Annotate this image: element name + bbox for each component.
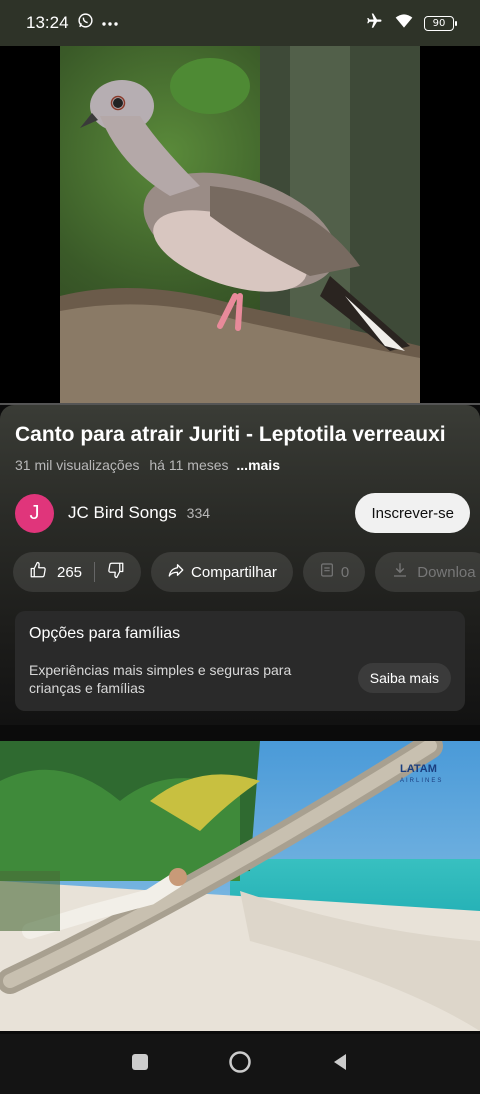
battery-icon: 90	[424, 15, 457, 31]
ad-brand-logo: LATAM AIRLINES	[400, 763, 443, 787]
like-icon[interactable]	[29, 561, 47, 583]
ad-brand: LATAM	[400, 763, 437, 775]
more-link[interactable]: ...mais	[236, 457, 280, 473]
system-nav-bar	[0, 1034, 480, 1094]
status-right: 90	[364, 12, 457, 35]
view-count: 31 mil visualizações	[15, 457, 140, 473]
share-icon	[167, 561, 185, 583]
comment-count: 0	[340, 563, 350, 581]
subscribe-button[interactable]: Inscrever-se	[355, 493, 470, 533]
download-button[interactable]: Downloa	[375, 552, 480, 592]
family-card-title: Opções para famílias	[29, 625, 181, 642]
video-info-panel: Canto para atrair Juriti - Leptotila ver…	[0, 405, 480, 725]
video-meta[interactable]: 31 mil visualizações há 11 meses ...mais	[15, 457, 280, 473]
ad-brand-sub: AIRLINES	[400, 778, 444, 784]
status-bar: 13:24 90	[0, 0, 480, 46]
like-divider	[94, 562, 96, 582]
download-label: Downloa	[417, 563, 476, 581]
wifi-icon	[394, 13, 414, 34]
family-options-card: Opções para famílias Experiências mais s…	[15, 611, 465, 711]
more-dots-icon	[101, 14, 118, 32]
upload-age: há 11 meses	[149, 457, 229, 473]
download-icon	[391, 561, 409, 583]
channel-name[interactable]: JC Bird Songs	[68, 503, 177, 523]
video-thumbnail[interactable]	[60, 46, 420, 404]
subscriber-count: 334	[186, 505, 211, 521]
channel-avatar[interactable]: J	[15, 493, 54, 533]
recents-square-icon[interactable]	[130, 1052, 150, 1077]
like-dislike-group: 265	[13, 552, 142, 592]
back-triangle-icon[interactable]	[330, 1052, 350, 1077]
whatsapp-icon	[77, 12, 94, 34]
home-circle-icon[interactable]	[228, 1050, 252, 1079]
status-time: 13:24	[26, 13, 69, 32]
share-label: Compartilhar	[191, 563, 277, 581]
actions-row: 265 Compartilhar 0 Downloa	[13, 552, 480, 592]
ad-banner[interactable]: LATAM AIRLINES	[0, 741, 480, 1031]
learn-more-button[interactable]: Saiba mais	[357, 663, 451, 693]
video-player[interactable]	[0, 46, 480, 404]
channel-row: J JC Bird Songs 334 Inscrever-se	[15, 493, 470, 533]
comment-icon	[319, 562, 335, 582]
comments-button[interactable]: 0	[302, 552, 366, 592]
family-card-description: Experiências mais simples e seguras para…	[29, 662, 292, 696]
share-button[interactable]: Compartilhar	[151, 552, 293, 592]
dove-image	[60, 46, 420, 404]
status-left: 13:24	[26, 12, 118, 34]
dislike-icon[interactable]	[107, 561, 125, 583]
video-title[interactable]: Canto para atrair Juriti - Leptotila ver…	[15, 423, 470, 447]
like-count[interactable]: 265	[57, 564, 82, 581]
airplane-mode-icon	[364, 12, 384, 35]
